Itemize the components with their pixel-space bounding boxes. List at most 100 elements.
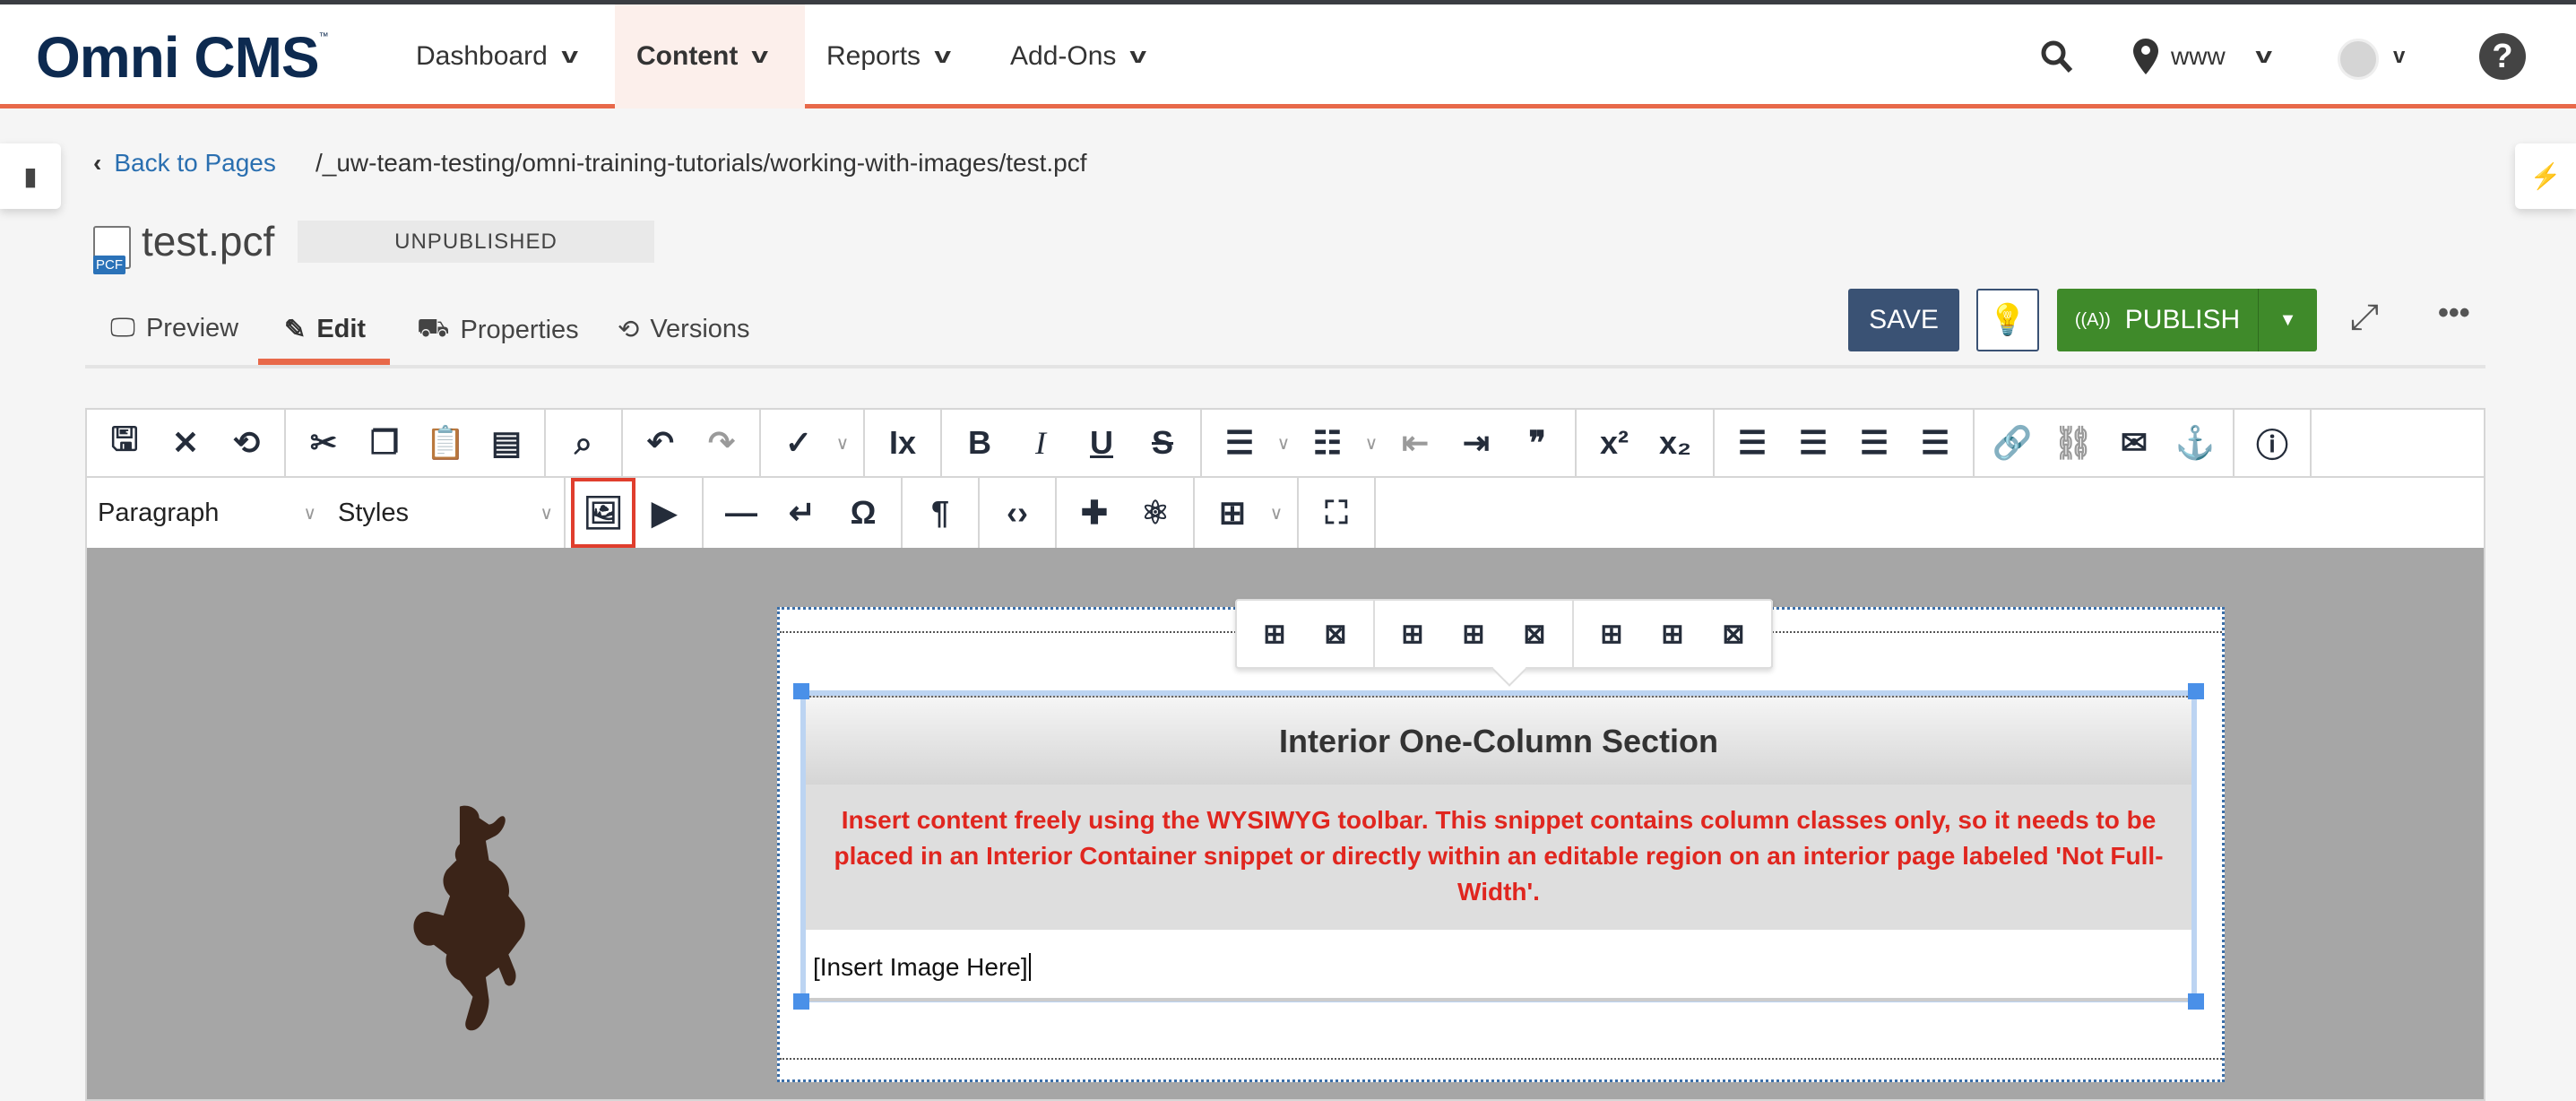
- insert-row-before-icon[interactable]: ⊞: [1382, 603, 1443, 665]
- avatar[interactable]: [2338, 39, 2379, 80]
- underline-icon[interactable]: U: [1071, 412, 1132, 474]
- bold-icon[interactable]: B: [949, 412, 1010, 474]
- italic-icon[interactable]: I: [1010, 412, 1071, 474]
- lightbulb-icon[interactable]: 💡: [1976, 289, 2039, 351]
- delete-column-icon[interactable]: ⊠: [1703, 603, 1764, 665]
- section-body[interactable]: [Insert Image Here]: [806, 933, 2191, 1001]
- unlink-icon[interactable]: ⛓: [2043, 412, 2104, 474]
- dropdown-icon[interactable]: ∨: [1270, 412, 1297, 474]
- back-label: Back to Pages: [114, 149, 276, 177]
- special-character-icon[interactable]: Ω: [833, 481, 894, 544]
- insert-column-before-icon[interactable]: ⊞: [1581, 603, 1642, 665]
- source-code-icon[interactable]: ‹›: [987, 481, 1048, 544]
- nav-content[interactable]: Content v: [615, 4, 805, 108]
- close-icon[interactable]: ✕: [155, 412, 216, 474]
- table-icon[interactable]: ⊞: [1202, 481, 1263, 544]
- restore-history-icon[interactable]: ⟲: [216, 412, 277, 474]
- toolbar-group: ✓ ∨: [761, 410, 865, 476]
- dropdown-icon[interactable]: ∨: [829, 412, 856, 474]
- align-justify-icon[interactable]: ☰: [1905, 412, 1966, 474]
- tabs-divider: [85, 365, 2485, 368]
- status-badge: UNPUBLISHED: [298, 221, 654, 263]
- nav-add-ons[interactable]: Add-Ons v: [989, 4, 1166, 108]
- chevron-down-icon: v: [751, 44, 769, 68]
- chevron-down-icon[interactable]: v: [2393, 4, 2405, 108]
- paste-icon[interactable]: 📋: [415, 412, 476, 474]
- show-blocks-icon[interactable]: ¶: [910, 481, 971, 544]
- horizontal-rule-icon[interactable]: —: [711, 481, 772, 544]
- insert-column-after-icon[interactable]: ⊞: [1642, 603, 1703, 665]
- clear-formatting-icon[interactable]: Ix: [872, 412, 933, 474]
- interior-one-column-section[interactable]: Interior One-Column Section Insert conte…: [793, 683, 2204, 1010]
- chevron-down-icon: v: [934, 44, 952, 68]
- strikethrough-icon[interactable]: S: [1132, 412, 1193, 474]
- table-context-toolbar: ⊞ ⊠ ⊞ ⊞ ⊠ ⊞ ⊞ ⊠: [1235, 599, 1773, 687]
- redo-icon[interactable]: ↷: [691, 412, 752, 474]
- history-icon: ⟲: [618, 316, 640, 344]
- expand-icon[interactable]: ⤢: [2350, 298, 2379, 338]
- resize-handle[interactable]: [2188, 683, 2204, 699]
- indent-icon[interactable]: ⇥: [1446, 412, 1507, 474]
- dropdown-icon[interactable]: ∨: [1358, 412, 1385, 474]
- help-icon[interactable]: ⓘ: [2242, 412, 2303, 474]
- omni-cms-logo[interactable]: Omni CMS™: [36, 24, 329, 91]
- chevron-down-icon: ∨: [303, 503, 316, 524]
- link-icon[interactable]: 🔗: [1982, 412, 2043, 474]
- nav-dashboard[interactable]: Dashboard v: [394, 4, 597, 108]
- nav-label: Content: [636, 41, 739, 71]
- find-icon[interactable]: ⌕: [553, 412, 614, 474]
- help-icon[interactable]: ?: [2479, 33, 2526, 80]
- subscript-icon[interactable]: x₂: [1645, 412, 1706, 474]
- copy-icon[interactable]: ❐: [354, 412, 415, 474]
- tab-preview[interactable]: 🖵 Preview: [110, 314, 238, 343]
- styles-select[interactable]: Styles ∨: [327, 498, 564, 528]
- site-name: www: [2171, 42, 2226, 70]
- nav-reports[interactable]: Reports v: [805, 4, 970, 108]
- tab-label: Edit: [316, 315, 367, 343]
- fullscreen-icon[interactable]: ⛶: [1306, 481, 1367, 544]
- tab-edit[interactable]: ✎ Edit: [284, 314, 366, 345]
- gadgets-tab[interactable]: ⚡: [2515, 143, 2576, 209]
- line-break-icon[interactable]: ↵: [772, 481, 833, 544]
- paste-text-icon[interactable]: ▤: [476, 412, 537, 474]
- outdent-icon[interactable]: ⇤: [1385, 412, 1446, 474]
- editable-region[interactable]: Interior One-Column Section Insert conte…: [777, 599, 2225, 1082]
- dropdown-icon[interactable]: ∨: [1263, 481, 1290, 544]
- snippet-icon[interactable]: ✚: [1064, 481, 1125, 544]
- anchor-icon[interactable]: ⚓: [2165, 412, 2226, 474]
- file-browser-tab[interactable]: ▮: [0, 143, 61, 209]
- publish-dropdown-caret[interactable]: ▼: [2259, 310, 2317, 331]
- tab-versions[interactable]: ⟲ Versions: [618, 314, 750, 345]
- resize-handle[interactable]: [793, 993, 809, 1010]
- tab-properties[interactable]: ⛟ Properties: [417, 314, 579, 346]
- delete-table-icon[interactable]: ⊠: [1305, 603, 1366, 665]
- save-button[interactable]: SAVE: [1848, 289, 1959, 351]
- resize-handle[interactable]: [793, 683, 809, 699]
- spellcheck-icon[interactable]: ✓: [768, 412, 829, 474]
- component-icon[interactable]: ⚛: [1125, 481, 1186, 544]
- superscript-icon[interactable]: x²: [1584, 412, 1645, 474]
- numbered-list-icon[interactable]: ☷: [1297, 412, 1358, 474]
- toolbar-group: ✂ ❐ 📋 ▤: [286, 410, 546, 476]
- blockquote-icon[interactable]: ❞: [1507, 412, 1568, 474]
- insert-row-after-icon[interactable]: ⊞: [1443, 603, 1504, 665]
- save-icon[interactable]: 🖫: [94, 412, 155, 474]
- toolbar-group: ⊞ ⊠: [1237, 601, 1375, 667]
- paragraph-format-select[interactable]: Paragraph ∨: [87, 498, 327, 528]
- email-icon[interactable]: ✉: [2104, 412, 2165, 474]
- cut-icon[interactable]: ✂: [293, 412, 354, 474]
- table-properties-icon[interactable]: ⊞: [1244, 603, 1305, 665]
- publish-button[interactable]: ((A)) PUBLISH: [2057, 289, 2259, 351]
- search-icon[interactable]: [2039, 4, 2075, 108]
- align-right-icon[interactable]: ☰: [1844, 412, 1905, 474]
- undo-icon[interactable]: ↶: [630, 412, 691, 474]
- resize-handle[interactable]: [2188, 993, 2204, 1010]
- align-left-icon[interactable]: ☰: [1722, 412, 1783, 474]
- insert-image-icon[interactable]: 🖼: [571, 478, 635, 548]
- align-center-icon[interactable]: ☰: [1783, 412, 1844, 474]
- insert-media-icon[interactable]: ▶: [634, 481, 695, 544]
- bullet-list-icon[interactable]: ☰: [1209, 412, 1270, 474]
- more-options-icon[interactable]: •••: [2438, 296, 2470, 331]
- site-selector[interactable]: www v: [2133, 4, 2272, 108]
- back-to-pages-link[interactable]: ‹ Back to Pages: [93, 149, 276, 178]
